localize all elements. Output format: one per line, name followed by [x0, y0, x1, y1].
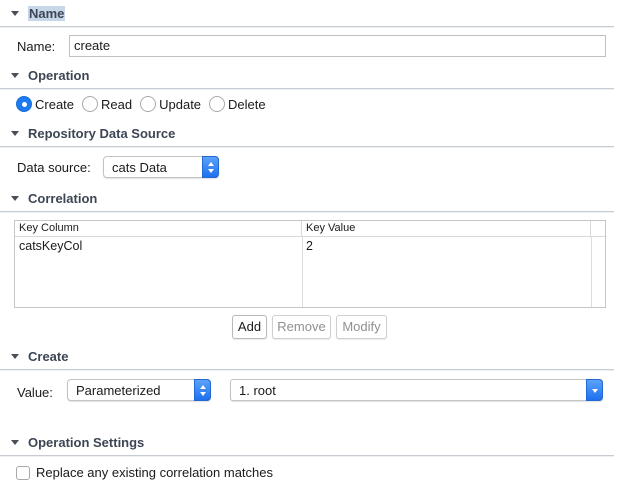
collapse-triangle-icon[interactable]	[11, 131, 19, 136]
table-cell-key-column[interactable]: catsKeyCol	[15, 239, 302, 253]
select-stepper-icon	[202, 156, 219, 178]
section-title-repository: Repository Data Source	[28, 126, 176, 141]
operation-radio-group: Create Read Update Delete	[16, 96, 274, 112]
value-label: Value:	[17, 385, 53, 400]
replace-matches-checkbox[interactable]	[16, 466, 30, 480]
collapse-triangle-icon[interactable]	[11, 354, 19, 359]
data-source-value: cats Data	[112, 159, 167, 175]
column-header-key-value[interactable]: Key Value	[302, 221, 591, 237]
modify-button[interactable]: Modify	[336, 315, 387, 339]
radio-create[interactable]: Create	[16, 96, 74, 112]
collapse-triangle-icon[interactable]	[11, 73, 19, 78]
radio-label: Update	[159, 96, 202, 112]
name-input[interactable]: create	[69, 35, 606, 57]
section-header-name[interactable]: Name	[0, 1, 614, 27]
radio-button-checked[interactable]	[16, 96, 32, 112]
chevron-down-icon[interactable]	[586, 379, 603, 401]
remove-button[interactable]: Remove	[272, 315, 331, 339]
radio-label: Delete	[228, 96, 266, 112]
add-button[interactable]: Add	[232, 315, 267, 339]
replace-matches-label[interactable]: Replace any existing correlation matches	[36, 465, 273, 480]
name-label: Name:	[17, 39, 56, 54]
correlation-table[interactable]: Key Column Key Value catsKeyCol 2	[14, 220, 606, 308]
radio-button[interactable]	[209, 96, 226, 112]
section-title-operation-settings: Operation Settings	[28, 435, 145, 450]
section-header-create[interactable]: Create	[0, 344, 614, 370]
section-title-name: Name	[28, 6, 66, 21]
collapse-triangle-icon[interactable]	[11, 196, 19, 201]
table-cell-key-value[interactable]: 2	[302, 239, 591, 253]
column-header-filler	[591, 221, 605, 237]
section-header-operation-settings[interactable]: Operation Settings	[0, 430, 614, 456]
section-title-operation: Operation	[28, 68, 90, 83]
radio-read[interactable]: Read	[82, 96, 132, 112]
value-mode-value: Parameterized	[76, 382, 161, 398]
radio-delete[interactable]: Delete	[209, 96, 266, 112]
collapse-triangle-icon[interactable]	[11, 440, 19, 445]
data-source-select[interactable]: cats Data	[103, 156, 219, 178]
parameter-value: 1. root	[239, 382, 276, 398]
section-header-correlation[interactable]: Correlation	[0, 186, 614, 212]
radio-button[interactable]	[82, 96, 99, 112]
column-divider	[591, 237, 592, 307]
section-header-repository[interactable]: Repository Data Source	[0, 121, 614, 147]
value-mode-select[interactable]: Parameterized	[67, 379, 211, 401]
radio-button[interactable]	[140, 96, 157, 112]
radio-label: Create	[35, 96, 75, 112]
data-source-label: Data source:	[17, 160, 91, 175]
collapse-triangle-icon[interactable]	[11, 11, 19, 16]
parameter-combo[interactable]: 1. root	[230, 379, 603, 401]
section-title-correlation: Correlation	[28, 191, 98, 206]
column-header-key-column[interactable]: Key Column	[15, 221, 302, 237]
radio-update[interactable]: Update	[140, 96, 201, 112]
radio-label: Read	[101, 96, 133, 112]
section-header-operation[interactable]: Operation	[0, 63, 614, 89]
select-stepper-icon	[194, 379, 211, 401]
section-title-create: Create	[28, 349, 69, 364]
